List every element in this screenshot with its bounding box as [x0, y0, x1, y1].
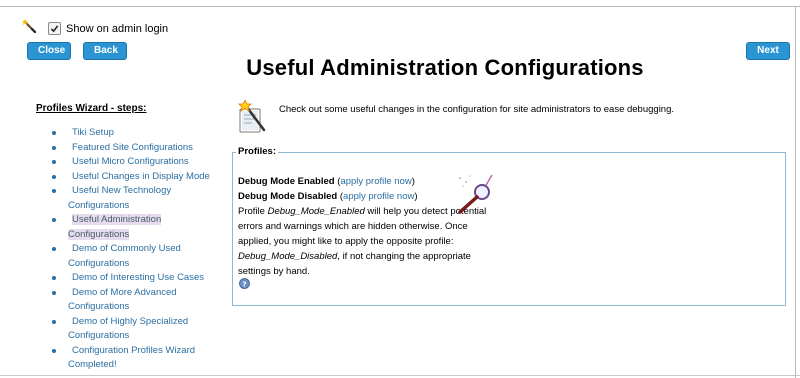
debug-magnifier-icon: [458, 174, 493, 214]
show-on-admin-login-checkbox[interactable]: [48, 22, 61, 35]
wizard-step-featured-site-configurations[interactable]: Featured Site Configurations: [52, 141, 222, 156]
wizard-step-demo-commonly-used[interactable]: Demo of Commonly Used Configurations: [52, 242, 222, 271]
checkmark-icon: [50, 25, 59, 33]
wizard-step-demo-highly-specialized[interactable]: Demo of Highly Specialized Configuration…: [52, 315, 222, 344]
profiles-description: Profile Debug_Mode_Enabled will help you…: [238, 204, 488, 279]
wizard-step-useful-micro-configurations[interactable]: Useful Micro Configurations: [52, 155, 222, 170]
wizard-step-useful-new-technology[interactable]: Useful New Technology Configurations: [52, 184, 222, 213]
svg-text:?: ?: [242, 279, 246, 288]
window-bottom-border: [0, 375, 800, 376]
apply-debug-disabled-link[interactable]: apply profile now: [343, 191, 414, 202]
wizard-steps-list: Tiki Setup Featured Site Configurations …: [52, 126, 222, 373]
profiles-legend: Profiles:: [236, 146, 279, 157]
wizard-step-completed[interactable]: Configuration Profiles Wizard Completed!: [52, 344, 222, 373]
apply-debug-enabled-link[interactable]: apply profile now: [340, 176, 411, 187]
sidebar-heading: Profiles Wizard - steps:: [36, 103, 147, 114]
show-on-admin-login-label: Show on admin login: [66, 22, 169, 35]
wand-icon: [22, 19, 37, 34]
wizard-step-useful-administration-current[interactable]: Useful Administration Configurations: [52, 213, 222, 242]
description-profile-enabled: Debug_Mode_Enabled: [267, 206, 365, 217]
help-icon[interactable]: ?: [239, 278, 250, 289]
window-top-border: [0, 6, 800, 7]
profiles-content: Debug Mode Enabled (apply profile now) D…: [238, 174, 488, 279]
description-text-1: Profile: [238, 206, 268, 217]
profile-name-debug-enabled: Debug Mode Enabled: [238, 176, 335, 187]
wizard-step-tiki-setup[interactable]: Tiki Setup: [52, 126, 222, 141]
profile-row-debug-disabled: Debug Mode Disabled (apply profile now): [238, 191, 418, 202]
show-on-admin-login-toggle[interactable]: Show on admin login: [48, 22, 168, 35]
profile-name-debug-disabled: Debug Mode Disabled: [238, 191, 338, 202]
profile-row-debug-enabled: Debug Mode Enabled (apply profile now): [238, 176, 415, 187]
description-profile-disabled: Debug_Mode_Disabled: [238, 251, 338, 262]
page-title: Useful Administration Configurations: [246, 55, 644, 80]
wizard-step-demo-more-advanced[interactable]: Demo of More Advanced Configurations: [52, 286, 222, 315]
wizard-step-demo-interesting-use-cases[interactable]: Demo of Interesting Use Cases: [52, 271, 222, 286]
wizard-step-useful-changes-display-mode[interactable]: Useful Changes in Display Mode: [52, 170, 222, 185]
intro-text: Check out some useful changes in the con…: [279, 104, 675, 115]
wizard-document-wand-icon: [238, 100, 266, 133]
